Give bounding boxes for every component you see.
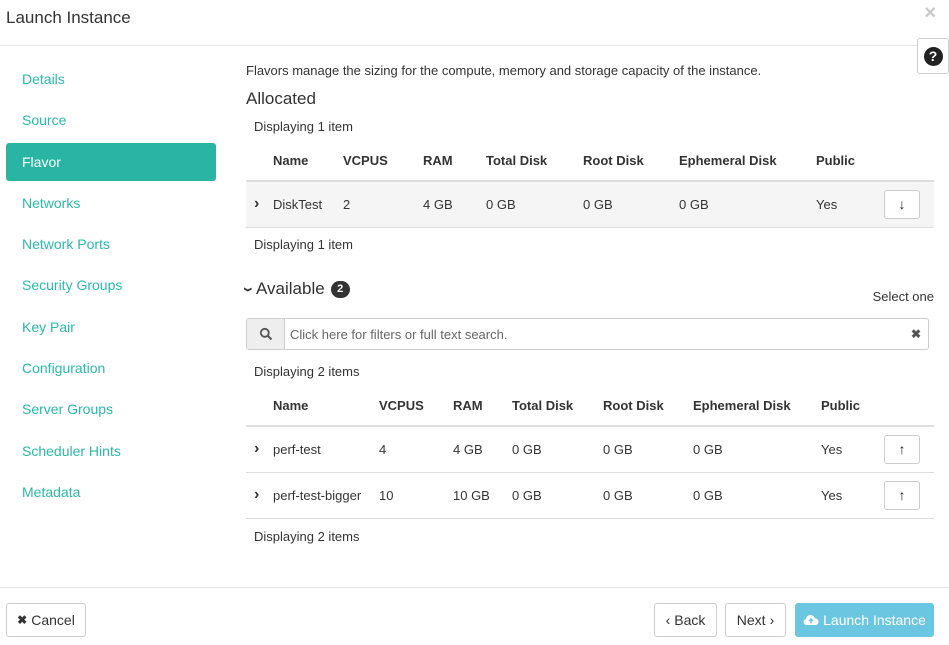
flavor-description: Flavors manage the sizing for the comput…	[246, 63, 762, 78]
cell-ram: 4 GB	[453, 426, 512, 473]
cell-ephemeral-disk: 0 GB	[693, 426, 821, 473]
column-header-ephemeral-disk[interactable]: Ephemeral Disk	[693, 386, 821, 427]
chevron-right-icon: ›	[769, 612, 775, 628]
deallocate-button[interactable]: ↓	[884, 189, 920, 219]
cell-vcpus: 10	[379, 472, 453, 519]
chevron-left-icon: ‹	[665, 612, 671, 628]
sidebar-item-details[interactable]: Details	[6, 60, 216, 98]
column-header-root-disk[interactable]: Root Disk	[603, 386, 693, 427]
column-header-total-disk[interactable]: Total Disk	[486, 141, 583, 182]
search-input[interactable]	[285, 319, 904, 349]
close-icon[interactable]: ×	[924, 2, 936, 24]
launch-label: Launch Instance	[823, 612, 926, 628]
available-count-bottom: Displaying 2 items	[254, 529, 360, 544]
launch-instance-button[interactable]: Launch Instance	[795, 603, 934, 637]
cell-ram: 10 GB	[453, 472, 512, 519]
cancel-button[interactable]: ✖ Cancel	[6, 603, 86, 637]
column-header-total-disk[interactable]: Total Disk	[512, 386, 603, 427]
table-row: › DiskTest 2 4 GB 0 GB 0 GB 0 GB Yes ↓	[246, 181, 934, 228]
cell-root-disk: 0 GB	[583, 181, 679, 228]
chevron-right-icon[interactable]: ›	[246, 195, 273, 213]
column-header-vcpus[interactable]: VCPUS	[343, 141, 423, 182]
cell-ephemeral-disk: 0 GB	[679, 181, 816, 228]
column-header-vcpus[interactable]: VCPUS	[379, 386, 453, 427]
cell-ephemeral-disk: 0 GB	[693, 472, 821, 519]
expand-column-header	[246, 141, 273, 182]
column-header-name[interactable]: Name	[273, 141, 343, 182]
column-header-ephemeral-disk[interactable]: Ephemeral Disk	[679, 141, 816, 182]
arrow-down-icon: ↓	[898, 196, 906, 213]
cell-name: perf-test-bigger	[273, 472, 379, 519]
column-header-root-disk[interactable]: Root Disk	[583, 141, 679, 182]
allocated-table: Name VCPUS RAM Total Disk Root Disk Ephe…	[246, 141, 934, 228]
action-column-header	[884, 386, 934, 427]
table-row: › perf-test 4 4 GB 0 GB 0 GB 0 GB Yes ↑	[246, 426, 934, 473]
column-header-public[interactable]: Public	[816, 141, 884, 182]
search-bar: ✖	[246, 318, 929, 350]
sidebar-item-flavor[interactable]: Flavor	[6, 142, 216, 181]
wizard-sidebar: Details Source Flavor Networks Network P…	[6, 60, 216, 514]
column-header-public[interactable]: Public	[821, 386, 884, 427]
sidebar-item-scheduler-hints[interactable]: Scheduler Hints	[6, 432, 216, 470]
cell-public: Yes	[821, 426, 884, 473]
cell-total-disk: 0 GB	[512, 426, 603, 473]
table-row: › perf-test-bigger 10 10 GB 0 GB 0 GB 0 …	[246, 472, 934, 519]
cancel-label: Cancel	[31, 612, 75, 628]
clear-icon[interactable]: ✖	[904, 319, 928, 349]
column-header-ram[interactable]: RAM	[453, 386, 512, 427]
action-column-header	[884, 141, 934, 182]
available-count-badge: 2	[330, 280, 350, 298]
arrow-up-icon: ↑	[898, 487, 906, 503]
cell-total-disk: 0 GB	[486, 181, 583, 228]
search-icon	[247, 319, 285, 349]
arrow-up-icon: ↑	[898, 441, 906, 458]
cell-public: Yes	[821, 472, 884, 519]
help-button[interactable]: ?	[917, 38, 949, 74]
chevron-right-icon[interactable]: ›	[246, 486, 273, 504]
modal-header: Launch Instance ×	[0, 0, 949, 46]
available-toggle[interactable]: › Available 2	[237, 279, 350, 299]
available-title: Available	[256, 279, 325, 298]
cloud-upload-icon	[803, 614, 819, 626]
sidebar-item-networks[interactable]: Networks	[6, 184, 216, 222]
sidebar-item-network-ports[interactable]: Network Ports	[6, 225, 216, 263]
sidebar-item-security-groups[interactable]: Security Groups	[6, 266, 216, 304]
back-button[interactable]: ‹ Back	[654, 603, 717, 637]
next-label: Next	[736, 612, 766, 628]
cell-root-disk: 0 GB	[603, 472, 693, 519]
select-hint: Select one	[872, 289, 934, 304]
modal-title: Launch Instance	[6, 8, 131, 27]
allocated-count-top: Displaying 1 item	[254, 119, 353, 134]
chevron-down-icon: ›	[237, 286, 260, 292]
cell-name: DiskTest	[273, 181, 343, 228]
cell-total-disk: 0 GB	[512, 472, 603, 519]
column-header-name[interactable]: Name	[273, 386, 379, 427]
allocated-count-bottom: Displaying 1 item	[254, 237, 353, 252]
sidebar-item-server-groups[interactable]: Server Groups	[6, 390, 216, 428]
back-label: Back	[674, 612, 706, 628]
cell-vcpus: 2	[343, 181, 423, 228]
sidebar-item-key-pair[interactable]: Key Pair	[6, 308, 216, 346]
expand-column-header	[246, 386, 273, 427]
sidebar-item-source[interactable]: Source	[6, 101, 216, 139]
chevron-right-icon[interactable]: ›	[246, 440, 273, 458]
available-table: Name VCPUS RAM Total Disk Root Disk Ephe…	[246, 386, 934, 519]
cell-root-disk: 0 GB	[603, 426, 693, 473]
available-count-top: Displaying 2 items	[254, 364, 360, 379]
cell-ram: 4 GB	[423, 181, 486, 228]
sidebar-item-configuration[interactable]: Configuration	[6, 349, 216, 387]
cell-name: perf-test	[273, 426, 379, 473]
allocate-button[interactable]: ↑	[884, 480, 920, 510]
sidebar-item-metadata[interactable]: Metadata	[6, 473, 216, 511]
question-icon: ?	[923, 46, 943, 66]
next-button[interactable]: Next ›	[725, 603, 786, 637]
allocated-title: Allocated	[246, 89, 316, 108]
close-icon: ✖	[17, 613, 28, 627]
column-header-ram[interactable]: RAM	[423, 141, 486, 182]
cell-public: Yes	[816, 181, 884, 228]
allocate-button[interactable]: ↑	[884, 434, 920, 464]
cell-vcpus: 4	[379, 426, 453, 473]
